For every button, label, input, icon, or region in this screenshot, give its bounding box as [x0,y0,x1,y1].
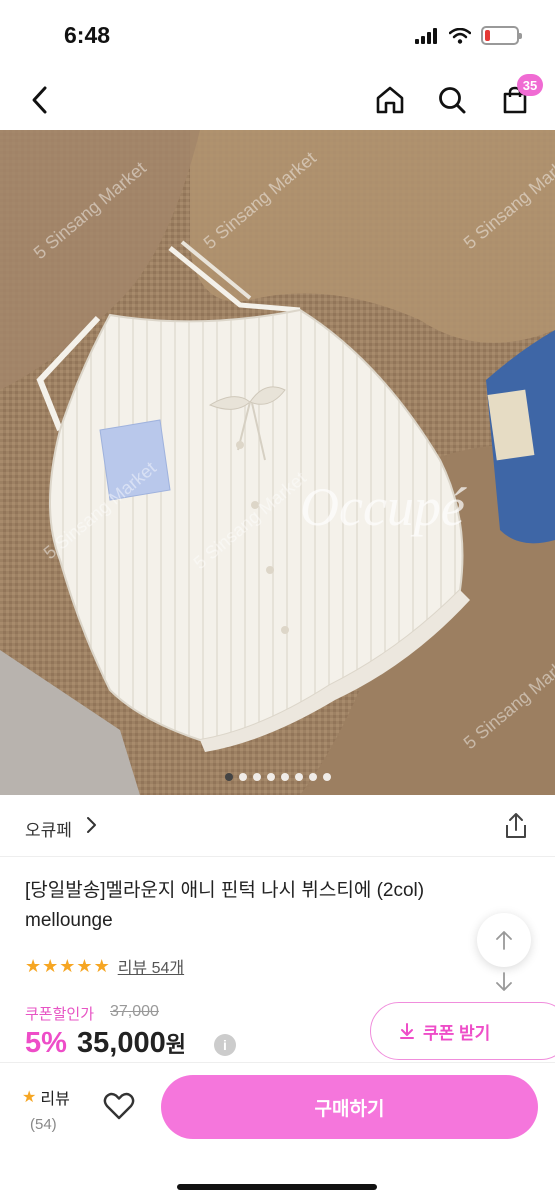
carousel-dot[interactable] [294,773,303,781]
signal-icon [415,27,437,44]
sale-price: 35,000원 [77,1027,186,1060]
carousel-dot[interactable] [280,773,289,781]
search-icon [439,87,466,114]
star-icon: ★ [42,956,59,976]
cart-count-badge: 35 [517,74,543,96]
product-image-carousel[interactable]: Occupé 5 Sinsang Market 5 Sinsang Market… [0,130,555,795]
product-photo: Occupé 5 Sinsang Market 5 Sinsang Market… [0,130,555,795]
coupon-button-label: 쿠폰 받기 [423,1023,491,1043]
rating-stars: ★ ★ ★ ★ ★ [25,956,110,976]
carousel-dot[interactable] [266,773,275,781]
chevron-left-icon [32,86,47,114]
arrow-down-icon [496,972,512,991]
original-price: 37,000 [110,1003,159,1020]
download-icon [400,1023,414,1039]
scroll-bottom-button[interactable] [477,955,531,1009]
info-icon[interactable]: i [214,1034,236,1056]
battery-icon [481,26,522,45]
carousel-dot[interactable] [252,773,261,781]
home-icon [376,86,404,114]
currency: 원 [165,1032,186,1057]
review-summary[interactable]: ★ 리뷰 (54) [22,1085,70,1133]
star-icon: ★ [76,956,93,976]
star-icon: ★ [59,956,76,976]
wifi-icon [449,27,471,44]
carousel-dot[interactable] [224,773,233,781]
battery-level [485,30,490,41]
carousel-dots[interactable] [0,773,555,781]
home-button[interactable] [368,78,412,122]
share-button[interactable] [501,811,531,841]
nav-bar: 35 [0,70,555,130]
star-icon: ★ [22,1089,37,1106]
share-icon [506,813,526,838]
rating-row: ★ ★ ★ ★ ★ 리뷰 54개 [25,954,184,978]
cart-button[interactable]: 35 [493,74,543,122]
chevron-right-icon [87,817,96,833]
carousel-dot[interactable] [238,773,247,781]
review-summary-label: ★ 리뷰 [22,1085,70,1109]
buy-button[interactable]: 구매하기 [161,1075,538,1139]
carousel-dot[interactable] [322,773,331,781]
sale-price-value: 35,000 [77,1027,166,1059]
coupon-price-label: 쿠폰할인가 [25,1006,95,1023]
status-bar: 6:48 [0,0,555,70]
arrow-up-icon [496,931,512,950]
brand-row[interactable]: 오큐페 [0,795,555,857]
bottom-action-bar: ★ 리뷰 (54) 구매하기 [0,1062,555,1200]
home-indicator [177,1184,377,1190]
review-summary-count: (54) [30,1116,57,1133]
coupon-download-button[interactable]: 쿠폰 받기 [370,1002,555,1060]
star-icon: ★ [93,956,110,976]
heart-icon [103,1092,135,1120]
watermark-brand: Occupé [300,477,467,537]
review-link[interactable]: 리뷰 54개 [118,954,184,978]
review-summary-text: 리뷰 [40,1091,70,1108]
back-button[interactable] [18,78,62,122]
product-title: [당일발송]멜라운지 애니 핀턱 나시 뷔스티에 (2col) melloung… [25,880,425,931]
search-button[interactable] [430,78,474,122]
status-icons [415,26,522,45]
wishlist-button[interactable] [102,1089,136,1123]
status-time: 6:48 [64,22,111,48]
brand-name[interactable]: 오큐페 [25,816,72,841]
star-icon: ★ [25,956,42,976]
carousel-dot[interactable] [308,773,317,781]
discount-rate: 5% [25,1027,67,1059]
